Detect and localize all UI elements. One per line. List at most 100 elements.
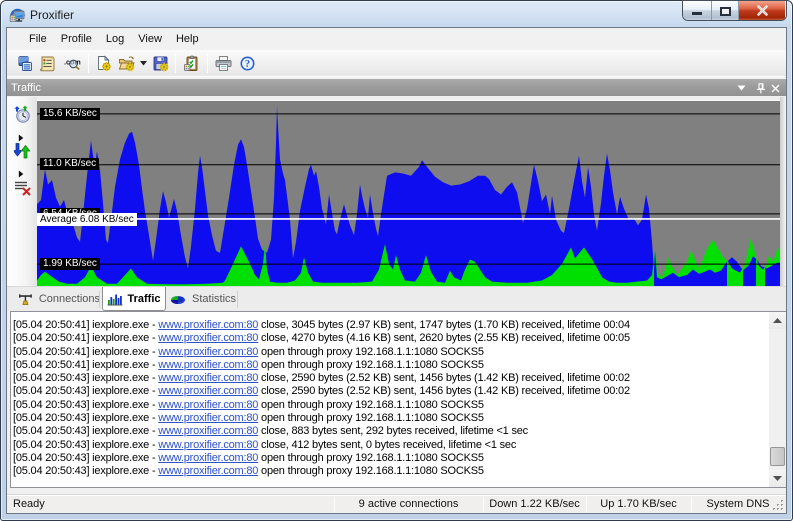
log-line-message: open through proxy 192.168.1.1:1080 SOCK… [258,412,484,424]
log-pane[interactable]: [05.04 20:50:41] iexplore.exe - www.prox… [10,311,786,488]
panel-expand-button[interactable] [734,81,748,95]
log-line-message: open through proxy 192.168.1.1:1080 SOCK… [258,359,484,371]
log-line-prefix: [05.04 20:50:41] iexplore.exe - [13,346,158,358]
log-line-prefix: [05.04 20:50:41] iexplore.exe - [13,332,158,344]
window-controls [683,1,786,20]
panel-pin-button[interactable] [754,81,768,95]
log-line: [05.04 20:50:43] iexplore.exe - www.prox… [13,439,768,452]
scroll-down-icon [773,476,782,481]
log-line: [05.04 20:50:41] iexplore.exe - www.prox… [13,346,768,359]
save-profile-button[interactable] [149,52,172,74]
proxification-rules-button[interactable] [36,52,59,74]
log-line-link[interactable]: www.proxifier.com:80 [158,412,258,424]
tab-statistics[interactable]: Statistics [167,287,238,311]
average-label: Average 6.08 KB/sec [37,213,137,226]
time-scale-icon [13,105,32,124]
traffic-direction-icon [14,142,32,160]
graph-toolbar [7,97,37,286]
close-icon [771,84,780,93]
direction-filter-button[interactable] [13,141,32,160]
open-profile-dropdown[interactable] [138,52,149,74]
log-line-prefix: [05.04 20:50:43] iexplore.exe - [13,452,158,464]
status-bar: Ready 9 active connections Down 1.22 KB/… [7,494,786,513]
log-panel-button[interactable] [179,52,204,74]
time-scale-button[interactable] [13,105,32,124]
chevron-right-icon [18,170,24,178]
axis-label-4: 1.99 KB/sec [40,258,100,270]
traffic-graph: 15.6 KB/sec 11.0 KB/sec 6.54 KB/sec 1.99… [37,100,780,285]
scroll-up-button[interactable] [769,312,786,329]
log-line-prefix: [05.04 20:50:43] iexplore.exe - [13,385,158,397]
menu-log[interactable]: Log [99,28,131,50]
title-bar: Proxifier [2,2,791,28]
direction-filter-dropdown[interactable] [18,165,27,174]
pin-icon [756,83,766,94]
log-line-link[interactable]: www.proxifier.com:80 [158,439,258,451]
traffic-graph-canvas [37,101,780,286]
log-line-link[interactable]: www.proxifier.com:80 [158,425,258,437]
log-line-message: open through proxy 192.168.1.1:1080 SOCK… [258,399,484,411]
panel-close-button[interactable] [768,81,782,95]
menu-view[interactable]: View [131,28,169,50]
log-line-message: open through proxy 192.168.1.1:1080 SOCK… [258,465,484,477]
log-line: [05.04 20:50:43] iexplore.exe - www.prox… [13,385,768,398]
log-line-message: close, 2590 bytes (2.52 KB) sent, 1456 b… [258,385,630,397]
proxification-rules-icon [39,55,56,72]
menu-file[interactable]: File [22,28,54,50]
tab-traffic[interactable]: Traffic [102,287,166,311]
time-scale-dropdown[interactable] [18,129,27,138]
print-button[interactable] [211,52,235,74]
tab-label: Connections [39,293,100,305]
log-line-message: close, 2590 bytes (2.52 KB) sent, 1456 b… [258,372,630,384]
proxy-servers-button[interactable] [13,52,36,74]
log-line-link[interactable]: www.proxifier.com:80 [158,465,258,477]
log-line-link[interactable]: www.proxifier.com:80 [158,452,258,464]
log-line-link[interactable]: www.proxifier.com:80 [158,319,258,331]
scroll-thumb[interactable] [770,447,785,466]
log-scrollbar[interactable] [769,312,786,487]
log-line: [05.04 20:50:43] iexplore.exe - www.prox… [13,372,768,385]
new-profile-button[interactable] [92,52,115,74]
tab-connections[interactable]: Connections [13,287,100,311]
close-button[interactable] [738,1,785,20]
minimize-button[interactable] [683,1,711,20]
status-up-rate: Up 1.70 KB/sec [586,498,691,512]
log-line: [05.04 20:50:43] iexplore.exe - www.prox… [13,412,768,425]
name-resolution-icon: .com [64,55,81,72]
clear-icon [14,179,32,197]
maximize-icon [720,7,731,16]
log-line: [05.04 20:50:43] iexplore.exe - www.prox… [13,399,768,412]
log-line-link[interactable]: www.proxifier.com:80 [158,346,258,358]
scroll-up-icon [773,318,782,323]
minimize-icon [692,12,702,15]
log-line-link[interactable]: www.proxifier.com:80 [158,385,258,397]
resize-grip[interactable] [772,499,785,512]
log-line-prefix: [05.04 20:50:43] iexplore.exe - [13,425,158,437]
log-line-prefix: [05.04 20:50:43] iexplore.exe - [13,465,158,477]
close-icon [757,5,768,16]
log-line-link[interactable]: www.proxifier.com:80 [158,332,258,344]
status-connections: 9 active connections [334,498,483,512]
proxy-servers-icon [16,55,33,72]
scroll-down-button[interactable] [769,470,786,487]
menu-profile[interactable]: Profile [54,28,99,50]
clear-graph-button[interactable] [13,178,32,197]
toolbar-separator [207,54,208,73]
help-button[interactable]: ? [235,52,259,74]
menu-help[interactable]: Help [169,28,206,50]
panel-right-edge [780,97,786,286]
log-panel-icon [183,55,200,72]
maximize-button[interactable] [711,1,738,20]
window-title: Proxifier [30,8,74,22]
name-resolution-button[interactable]: .com [59,52,85,74]
open-profile-button[interactable] [115,52,138,74]
log-line-message: open through proxy 192.168.1.1:1080 SOCK… [258,346,484,358]
statistics-icon [170,293,186,306]
save-profile-icon [152,55,169,72]
log-line-link[interactable]: www.proxifier.com:80 [158,359,258,371]
status-down-rate: Down 1.22 KB/sec [483,498,586,512]
log-line-link[interactable]: www.proxifier.com:80 [158,372,258,384]
status-ready: Ready [13,498,45,512]
log-line-link[interactable]: www.proxifier.com:80 [158,399,258,411]
client-area: File Profile Log View Help [7,28,786,513]
